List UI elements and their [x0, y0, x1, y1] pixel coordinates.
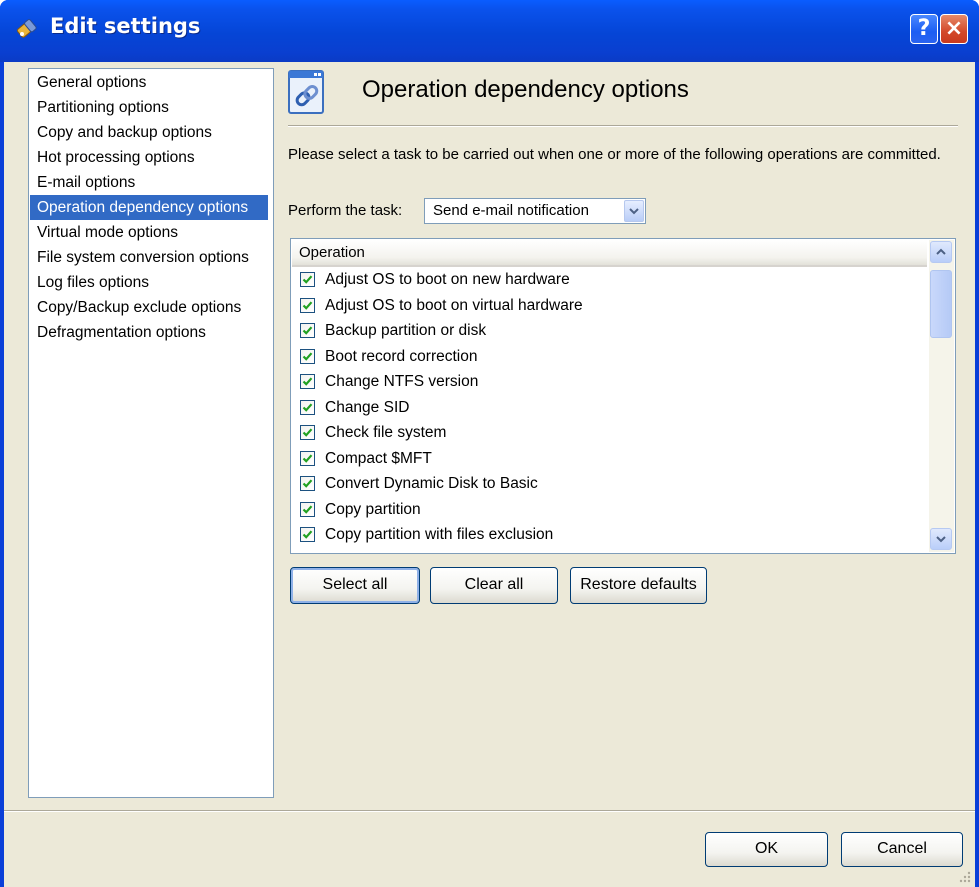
task-select-value: Send e-mail notification: [433, 202, 589, 219]
panel-description: Please select a task to be carried out w…: [288, 146, 941, 163]
operations-list[interactable]: Operation Adjust OS to boot on new hardw…: [290, 238, 956, 554]
operation-row[interactable]: Copy partition with files exclusion: [295, 523, 923, 548]
checkmark-icon: [302, 504, 313, 514]
chevron-down-icon: [936, 536, 946, 543]
operation-row[interactable]: Change SID: [295, 396, 923, 421]
operation-checkbox[interactable]: [300, 374, 315, 389]
select-all-button[interactable]: Select all: [290, 567, 420, 604]
chain-link-window-icon: [288, 70, 324, 114]
operation-label: Convert Dynamic Disk to Basic: [325, 475, 538, 492]
operation-row[interactable]: Boot record correction: [295, 345, 923, 370]
title-bar[interactable]: Edit settings ? ×: [0, 0, 979, 62]
operation-label: Change NTFS version: [325, 373, 479, 390]
operation-label: Change SID: [325, 398, 410, 416]
checkmark-icon: [302, 326, 313, 335]
close-button[interactable]: ×: [940, 14, 968, 44]
checkmark-icon: [302, 377, 313, 386]
checkmark-icon: [302, 300, 313, 310]
restore-defaults-button[interactable]: Restore defaults: [570, 567, 707, 604]
panel-title: Operation dependency options: [362, 76, 689, 103]
sidebar-item-copy-backup[interactable]: Copy and backup options: [30, 120, 268, 145]
dialog-window: Edit settings ? × General options Partit…: [0, 0, 979, 887]
operation-checkbox[interactable]: [300, 450, 315, 466]
chevron-down-icon: [629, 208, 639, 215]
operation-checkbox[interactable]: [300, 297, 315, 313]
operation-label: Adjust OS to boot on new hardware: [325, 271, 570, 288]
operation-label: Backup partition or disk: [325, 322, 487, 339]
operation-checkbox[interactable]: [300, 348, 315, 364]
checkmark-icon: [302, 453, 313, 463]
help-button[interactable]: ?: [910, 14, 938, 44]
sidebar-item-log-files[interactable]: Log files options: [30, 270, 268, 295]
clear-all-button[interactable]: Clear all: [430, 567, 558, 604]
sidebar-item-general[interactable]: General options: [30, 70, 268, 95]
operation-label: Boot record correction: [325, 347, 478, 365]
operation-row[interactable]: Check file system: [295, 421, 923, 446]
sidebar-item-exclude[interactable]: Copy/Backup exclude options: [30, 295, 268, 320]
sidebar-item-fs-conversion[interactable]: File system conversion options: [30, 245, 268, 270]
operation-checkbox[interactable]: [300, 501, 315, 517]
operation-label: Copy partition with files exclusion: [325, 526, 554, 543]
sidebar-item-defragmentation[interactable]: Defragmentation options: [30, 320, 268, 345]
operation-row[interactable]: Backup partition or disk: [295, 319, 923, 344]
task-select-dropdown-button[interactable]: [624, 200, 644, 222]
resize-grip-icon[interactable]: [959, 871, 971, 883]
operation-row[interactable]: Change NTFS version: [295, 370, 923, 395]
scroll-down-button[interactable]: [930, 528, 952, 550]
operation-column-header[interactable]: Operation: [292, 240, 927, 267]
operation-checkbox[interactable]: [300, 323, 315, 338]
sidebar-item-hot-processing[interactable]: Hot processing options: [30, 145, 268, 170]
checkmark-icon: [302, 530, 313, 539]
scroll-up-button[interactable]: [930, 241, 952, 263]
operation-row[interactable]: Adjust OS to boot on virtual hardware: [295, 294, 923, 319]
operation-row[interactable]: Compact $MFT: [295, 447, 923, 472]
operation-row[interactable]: Copy partition: [295, 498, 923, 523]
task-select[interactable]: Send e-mail notification: [424, 198, 646, 224]
operation-label: Adjust OS to boot on virtual hardware: [325, 296, 583, 314]
sidebar-item-operation-dependency[interactable]: Operation dependency options: [30, 195, 268, 220]
checkmark-icon: [302, 479, 313, 488]
window-title: Edit settings: [50, 14, 201, 38]
footer-divider: [4, 810, 975, 812]
operation-checkbox[interactable]: [300, 527, 315, 542]
ok-button[interactable]: OK: [705, 832, 828, 867]
checkmark-icon: [302, 402, 313, 412]
operation-row[interactable]: Adjust OS to boot on new hardware: [295, 268, 923, 293]
operation-checkbox[interactable]: [300, 425, 315, 440]
sidebar-item-virtual-mode[interactable]: Virtual mode options: [30, 220, 268, 245]
scroll-thumb[interactable]: [930, 270, 952, 338]
operation-row[interactable]: Convert Dynamic Disk to Basic: [295, 472, 923, 497]
sidebar-item-email[interactable]: E-mail options: [30, 170, 268, 195]
settings-tag-icon: [16, 19, 37, 38]
operation-checkbox[interactable]: [300, 272, 315, 287]
dialog-client-area: General options Partitioning options Cop…: [4, 62, 975, 887]
operation-label: Copy partition: [325, 500, 421, 518]
operation-label: Check file system: [325, 424, 447, 441]
checkmark-icon: [302, 351, 313, 361]
list-vertical-scrollbar[interactable]: [929, 240, 954, 552]
operation-checkbox[interactable]: [300, 399, 315, 415]
operation-label: Compact $MFT: [325, 449, 432, 467]
settings-category-list[interactable]: General options Partitioning options Cop…: [28, 68, 274, 798]
header-divider: [288, 125, 958, 127]
checkmark-icon: [302, 428, 313, 437]
perform-task-label: Perform the task:: [288, 202, 403, 219]
sidebar-item-partitioning[interactable]: Partitioning options: [30, 95, 268, 120]
operation-checkbox[interactable]: [300, 476, 315, 491]
cancel-button[interactable]: Cancel: [841, 832, 963, 867]
checkmark-icon: [302, 275, 313, 284]
chevron-up-icon: [936, 248, 946, 255]
